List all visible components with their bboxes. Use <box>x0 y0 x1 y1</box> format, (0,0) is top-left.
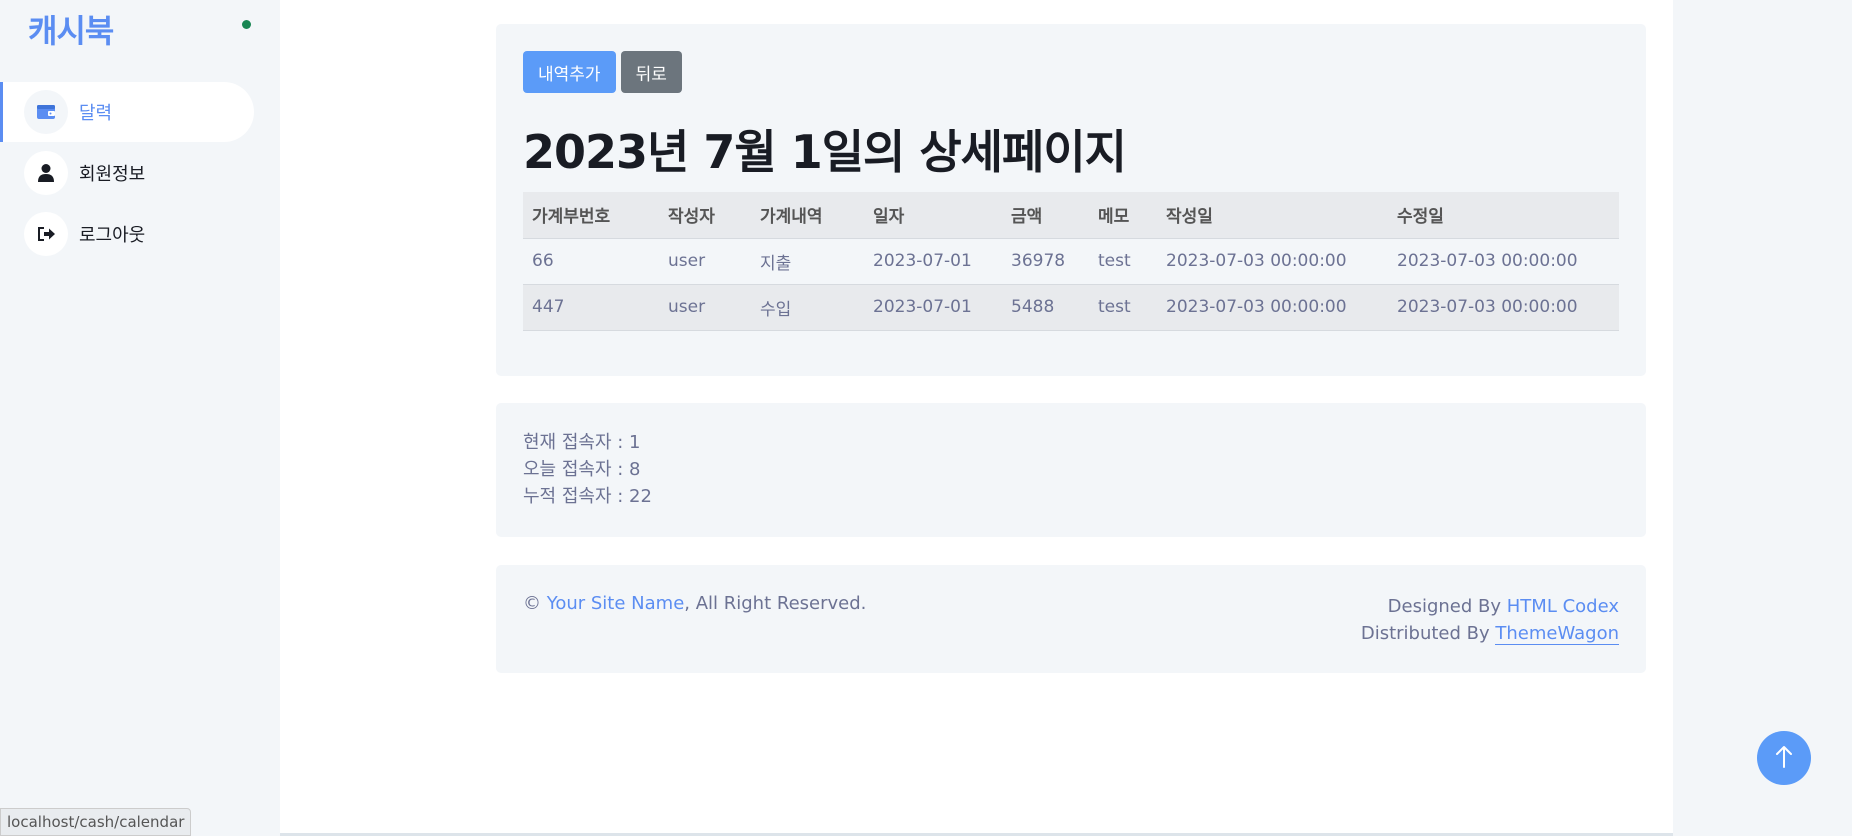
brand-logo[interactable]: 캐시북 <box>28 6 114 52</box>
html-codex-link[interactable]: HTML Codex <box>1507 596 1619 617</box>
sidebar-item-member-info[interactable]: 회원정보 <box>0 143 254 203</box>
column-header-memo: 메모 <box>1089 192 1157 239</box>
current-visitors: 현재 접속자 : 1 <box>523 432 641 453</box>
wallet-icon <box>24 90 68 134</box>
today-visitors: 오늘 접속자 : 8 <box>523 459 641 480</box>
cell-id: 447 <box>523 284 659 331</box>
right-gutter <box>1673 0 1852 836</box>
sidebar-item-logout[interactable]: 로그아웃 <box>0 204 254 264</box>
column-header-created: 작성일 <box>1157 192 1388 239</box>
copyright: © Your Site Name, All Right Reserved. <box>523 593 866 614</box>
user-icon <box>24 151 68 195</box>
footer: © Your Site Name, All Right Reserved. De… <box>496 565 1646 673</box>
table-row: 447 user 수입 2023-07-01 5488 test 2023-07… <box>523 284 1619 331</box>
sign-out-icon <box>24 212 68 256</box>
credits: Designed By HTML Codex Distributed By Th… <box>1361 593 1619 647</box>
online-status-dot <box>242 20 251 29</box>
detail-table: 가계부번호 작성자 가계내역 일자 금액 메모 작성일 수정일 66 user … <box>523 192 1619 331</box>
cell-memo: test <box>1089 238 1157 285</box>
cell-amount: 36978 <box>1002 238 1089 285</box>
cell-category: 지출 <box>751 238 864 285</box>
table-row: 66 user 지출 2023-07-01 36978 test 2023-07… <box>523 238 1619 285</box>
cell-date: 2023-07-01 <box>864 284 1002 331</box>
distributed-by-label: Distributed By <box>1360 623 1490 644</box>
cell-writer: user <box>659 238 751 285</box>
detail-card: 내역추가 뒤로 2023년 7월 1일의 상세페이지 가계부번호 작성자 가계내… <box>496 24 1646 376</box>
add-entry-button[interactable]: 내역추가 <box>523 51 616 93</box>
themewagon-link[interactable]: ThemeWagon <box>1495 623 1619 645</box>
sidebar-item-label: 달력 <box>79 103 113 124</box>
cell-amount: 5488 <box>1002 284 1089 331</box>
arrow-up-icon <box>1774 745 1794 772</box>
status-bar-url: localhost/cash/calendar <box>0 808 192 836</box>
designed-by-label: Designed By <box>1387 596 1502 617</box>
column-header-id: 가계부번호 <box>523 192 659 239</box>
column-header-writer: 작성자 <box>659 192 751 239</box>
cell-created: 2023-07-03 00:00:00 <box>1157 284 1388 331</box>
cell-memo: test <box>1089 284 1157 331</box>
sidebar: 캐시북 달력 회원정보 로그아웃 localhost/cash/calendar <box>0 0 280 836</box>
column-header-date: 일자 <box>864 192 1002 239</box>
action-buttons: 내역추가 뒤로 <box>523 51 682 93</box>
total-visitors: 누적 접속자 : 22 <box>523 486 652 507</box>
table-header-row: 가계부번호 작성자 가계내역 일자 금액 메모 작성일 수정일 <box>523 192 1619 239</box>
back-to-top-button[interactable] <box>1757 731 1811 785</box>
sidebar-item-label: 로그아웃 <box>79 225 146 246</box>
sidebar-item-calendar[interactable]: 달력 <box>0 82 254 142</box>
visitor-stats-card: 현재 접속자 : 1 오늘 접속자 : 8 누적 접속자 : 22 <box>496 403 1646 537</box>
page-title: 2023년 7월 1일의 상세페이지 <box>523 125 1127 179</box>
cell-created: 2023-07-03 00:00:00 <box>1157 238 1388 285</box>
column-header-amount: 금액 <box>1002 192 1089 239</box>
cell-writer: user <box>659 284 751 331</box>
cell-id: 66 <box>523 238 659 285</box>
rights-text: , All Right Reserved. <box>684 593 867 614</box>
column-header-category: 가계내역 <box>751 192 864 239</box>
sidebar-item-label: 회원정보 <box>79 164 146 185</box>
cell-date: 2023-07-01 <box>864 238 1002 285</box>
column-header-updated: 수정일 <box>1388 192 1619 239</box>
visitor-stats: 현재 접속자 : 1 오늘 접속자 : 8 누적 접속자 : 22 <box>523 429 652 510</box>
site-name-link[interactable]: Your Site Name <box>547 593 685 614</box>
cell-updated: 2023-07-03 00:00:00 <box>1388 238 1619 285</box>
cell-updated: 2023-07-03 00:00:00 <box>1388 284 1619 331</box>
cell-category: 수입 <box>751 284 864 331</box>
back-button[interactable]: 뒤로 <box>620 51 682 93</box>
copyright-symbol: © <box>523 593 541 614</box>
sidebar-nav: 달력 회원정보 로그아웃 <box>0 82 254 265</box>
